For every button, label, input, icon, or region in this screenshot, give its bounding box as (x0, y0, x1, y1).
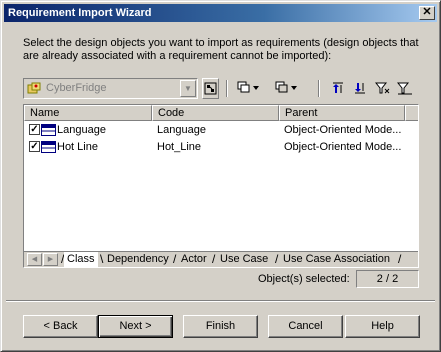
diagram-select-icon[interactable] (202, 78, 219, 99)
tab-use-case[interactable]: Use Case (217, 252, 271, 267)
row-code: Language (157, 124, 206, 136)
column-header-code[interactable]: Code (152, 105, 279, 121)
tab-class[interactable]: Class (64, 252, 98, 267)
help-button[interactable]: Help (345, 315, 420, 338)
row-checkbox[interactable]: ✓ (29, 124, 40, 135)
table-row[interactable]: ✓ Hot Line Hot_Line Object-Oriented Mode… (24, 139, 416, 155)
row-parent: Object-Oriented Mode... (284, 124, 402, 136)
row-parent: Object-Oriented Mode... (284, 141, 402, 153)
objects-selected-label: Object(s) selected: (258, 273, 350, 285)
tab-scroll-right-icon[interactable]: ▶ (43, 253, 58, 266)
model-select-value: CyberFridge (46, 82, 107, 94)
column-header-name[interactable]: Name (24, 105, 152, 121)
tab-strip: ◀ ▶ / Class \ Dependency / Actor / Use C… (24, 251, 418, 267)
close-icon[interactable]: ✕ (419, 6, 435, 20)
chevron-down-icon[interactable]: ▼ (180, 80, 196, 97)
move-to-top-icon[interactable] (330, 78, 346, 99)
row-name: Language (57, 124, 106, 136)
column-header-filler (405, 105, 418, 121)
tab-dependency[interactable]: Dependency (104, 252, 172, 267)
clear-filter-icon[interactable] (396, 78, 414, 99)
instructions-text: Select the design objects you want to im… (23, 37, 419, 62)
model-select[interactable]: CyberFridge ▼ (23, 78, 198, 99)
tab-scroll-left-icon[interactable]: ◀ (27, 253, 42, 266)
title-bar[interactable]: Requirement Import Wizard ✕ (4, 4, 437, 22)
window-title: Requirement Import Wizard (8, 7, 152, 19)
column-header-parent[interactable]: Parent (279, 105, 405, 121)
finish-button[interactable]: Finish (183, 315, 258, 338)
model-icon (27, 82, 41, 94)
toolbar-separator (226, 80, 228, 97)
class-icon (41, 141, 56, 153)
cancel-button[interactable]: Cancel (268, 315, 343, 338)
tab-use-case-association[interactable]: Use Case Association (280, 252, 393, 267)
deselect-all-icon[interactable] (274, 78, 300, 99)
divider (6, 300, 435, 302)
objects-list[interactable]: Name Code Parent ✓ Language Language Obj… (23, 104, 419, 268)
move-to-bottom-icon[interactable] (352, 78, 368, 99)
objects-selected-count: 2 / 2 (356, 270, 419, 288)
toolbar-separator (318, 80, 320, 97)
select-all-icon[interactable] (236, 78, 262, 99)
class-icon (41, 124, 56, 136)
row-checkbox[interactable]: ✓ (29, 141, 40, 152)
tab-actor[interactable]: Actor (178, 252, 210, 267)
back-button[interactable]: < Back (23, 315, 98, 338)
table-row[interactable]: ✓ Language Language Object-Oriented Mode… (24, 122, 416, 138)
filter-icon[interactable] (374, 78, 392, 99)
row-code: Hot_Line (157, 141, 202, 153)
next-button[interactable]: Next > (98, 315, 173, 338)
row-name: Hot Line (57, 141, 98, 153)
